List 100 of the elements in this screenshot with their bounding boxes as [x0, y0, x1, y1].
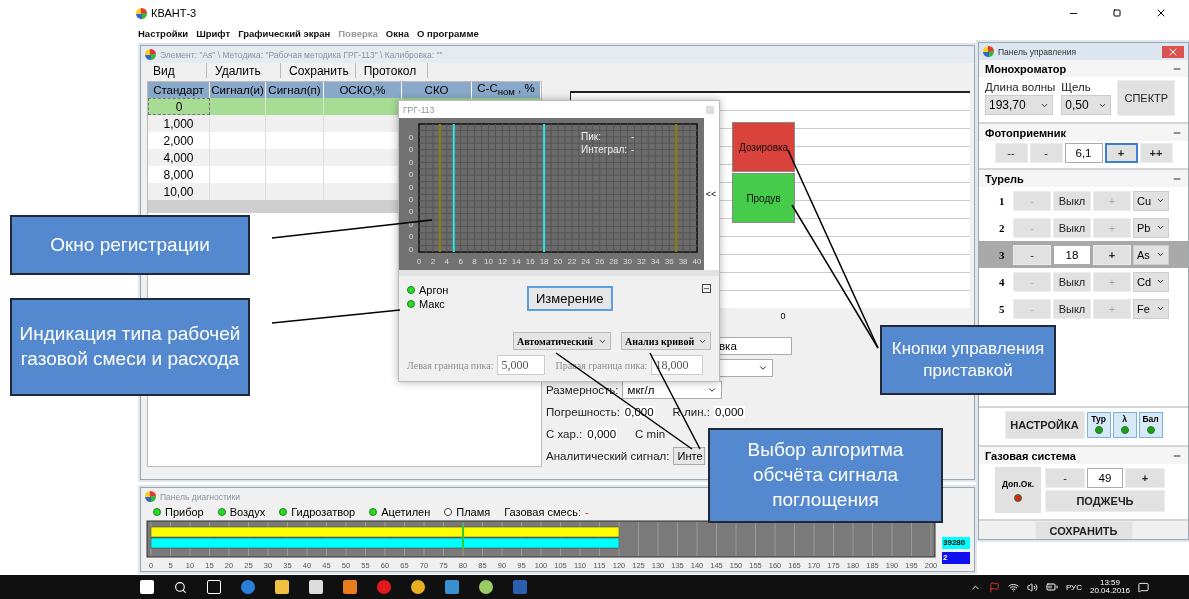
axis-label: 0	[408, 232, 414, 242]
measure-button[interactable]: Измерение	[527, 286, 613, 311]
dialog-title: ГРГ-113	[403, 104, 435, 115]
stat-label: Погрешность:	[546, 406, 620, 418]
off-button[interactable]: Выкл	[1053, 190, 1091, 211]
ignite-button[interactable]: ПОДЖЕЧЬ	[1045, 490, 1165, 512]
flag-icon[interactable]	[988, 581, 1000, 593]
step-button[interactable]: +	[1104, 143, 1138, 163]
axis-label: 32	[636, 257, 646, 266]
gas-mix-label: Газовая смесь:	[504, 506, 581, 518]
axis-label: 0	[416, 257, 422, 266]
indicator-label: Макс	[419, 298, 445, 310]
left-bound-field[interactable]: 5,000	[497, 355, 546, 375]
mode-dropdown[interactable]: Автоматический	[513, 332, 611, 350]
menu-item[interactable]: О программе	[416, 27, 479, 39]
axis-label: 40	[692, 257, 702, 266]
step-button[interactable]: --	[994, 143, 1028, 163]
axis-label: 0	[408, 133, 414, 142]
chevron-down-icon	[1156, 196, 1165, 205]
maximize-icon[interactable]	[1113, 9, 1121, 17]
app-logo-icon	[145, 49, 156, 60]
current-field[interactable]: 18	[1053, 244, 1091, 265]
collapse-icon[interactable]	[702, 284, 711, 293]
callout: Выбор алгоритма обсчёта сигнала поглощения	[708, 428, 943, 523]
axis-label: 0	[408, 244, 414, 254]
save-button[interactable]: СОХРАНИТЬ	[1034, 521, 1133, 539]
slit-dropdown[interactable]: 0,50	[1061, 95, 1112, 115]
collapse-button[interactable]: <<	[705, 189, 717, 199]
indicator-label: Ацетилен	[381, 506, 431, 518]
menu-item[interactable]: Окна	[385, 27, 409, 39]
clock[interactable]: 13:59 20.04.2016	[1089, 579, 1130, 595]
element-dropdown[interactable]: Pb	[1133, 217, 1169, 238]
toolbar-button[interactable]: Протокол	[357, 63, 428, 78]
right-bound-field[interactable]: 18,000	[651, 355, 704, 375]
element-dropdown[interactable]: Cd	[1133, 271, 1169, 292]
language-indicator[interactable]: РУС	[1065, 582, 1082, 592]
menu-item[interactable]: Графический экран	[238, 27, 331, 39]
step-button[interactable]: -	[1029, 143, 1063, 163]
device-button[interactable]: Продув	[732, 173, 795, 223]
browser-icon[interactable]	[241, 580, 255, 594]
chevron-down-icon	[1156, 250, 1165, 259]
wavelength-dropdown[interactable]: 193,70	[985, 95, 1053, 115]
indicator-label: Аргон	[419, 284, 449, 296]
plus-button[interactable]: +	[1093, 244, 1131, 265]
app-icon[interactable]	[479, 580, 493, 594]
plus-button[interactable]: +	[1125, 468, 1165, 488]
step-button[interactable]: ++	[1139, 143, 1173, 163]
task-view-icon[interactable]	[207, 580, 221, 594]
toolbar-button[interactable]: Удалить	[209, 63, 281, 78]
circle-app-icon[interactable]	[411, 580, 425, 594]
extra-oxidizer-indicator: Доп.Ок.	[995, 467, 1041, 513]
field-label: Щель	[1061, 81, 1092, 93]
signal-dropdown[interactable]: Инте	[673, 447, 706, 465]
indicator-label: Гидрозатвор	[291, 506, 356, 518]
gain-field[interactable]: 6,1	[1064, 143, 1103, 163]
battery-icon[interactable]	[1045, 581, 1058, 593]
minus-button[interactable]: -	[1013, 244, 1051, 265]
toolbar-button[interactable]: Сохранить	[283, 63, 356, 78]
axis-label: 14	[511, 257, 521, 266]
off-button[interactable]: Выкл	[1053, 217, 1091, 238]
minus-button[interactable]: -	[1045, 468, 1085, 488]
axis-label: 0	[408, 207, 414, 217]
callout: Окно регистрации	[10, 215, 250, 275]
stat-value: 0,000	[586, 428, 618, 440]
axis-label: 24	[581, 257, 591, 266]
chevron-down-icon	[707, 385, 718, 395]
message-icon[interactable]	[1138, 581, 1149, 593]
menu-item[interactable]: Настройки	[138, 27, 189, 39]
network-icon[interactable]	[1007, 581, 1019, 593]
indicator-label: Прибор	[165, 506, 204, 518]
integral-label: Интеграл:	[581, 144, 628, 155]
flow-field[interactable]: 49	[1087, 468, 1123, 488]
stat-label: С min	[635, 428, 666, 440]
device-button[interactable]: Дозировка	[732, 122, 795, 172]
axis-label: 0	[408, 157, 414, 167]
element-dropdown[interactable]: As	[1133, 244, 1169, 265]
stat-value: 0,000	[714, 406, 745, 418]
axis-label: 0	[780, 311, 786, 321]
status-indicator: Бал	[1138, 412, 1163, 438]
axis-label: 16	[525, 257, 535, 266]
lamp-number: 3	[999, 248, 1006, 261]
callout: Индикация типа рабочей газовой смеси и расхода	[10, 298, 250, 396]
speaker-icon[interactable]	[1026, 581, 1038, 593]
element-dropdown[interactable]: Fe	[1133, 298, 1169, 319]
peak-label: Пик:	[581, 131, 601, 142]
close-icon[interactable]	[1155, 7, 1167, 19]
spectrum-button[interactable]: СПЕКТР	[1117, 80, 1176, 116]
header-text: С-С$_{ном}$ , %	[477, 82, 535, 98]
axis-label: 38	[678, 257, 688, 266]
menu-item[interactable]: Шрифт	[196, 27, 231, 39]
signal-label: Аналитический сигнал:	[546, 450, 670, 462]
off-button[interactable]: Выкл	[1053, 271, 1091, 292]
search-icon[interactable]	[174, 580, 187, 594]
method-dropdown[interactable]: Анализ кривой	[621, 332, 711, 350]
header-text: Сигнал(и)	[211, 84, 264, 96]
off-button[interactable]: Выкл	[1053, 298, 1091, 319]
callout: Кнопки управления приставкой	[880, 325, 1056, 395]
setup-button[interactable]: НАСТРОЙКА	[1004, 411, 1085, 439]
element-dropdown[interactable]: Cu	[1133, 190, 1169, 211]
toolbar-button[interactable]: Вид	[147, 63, 207, 78]
